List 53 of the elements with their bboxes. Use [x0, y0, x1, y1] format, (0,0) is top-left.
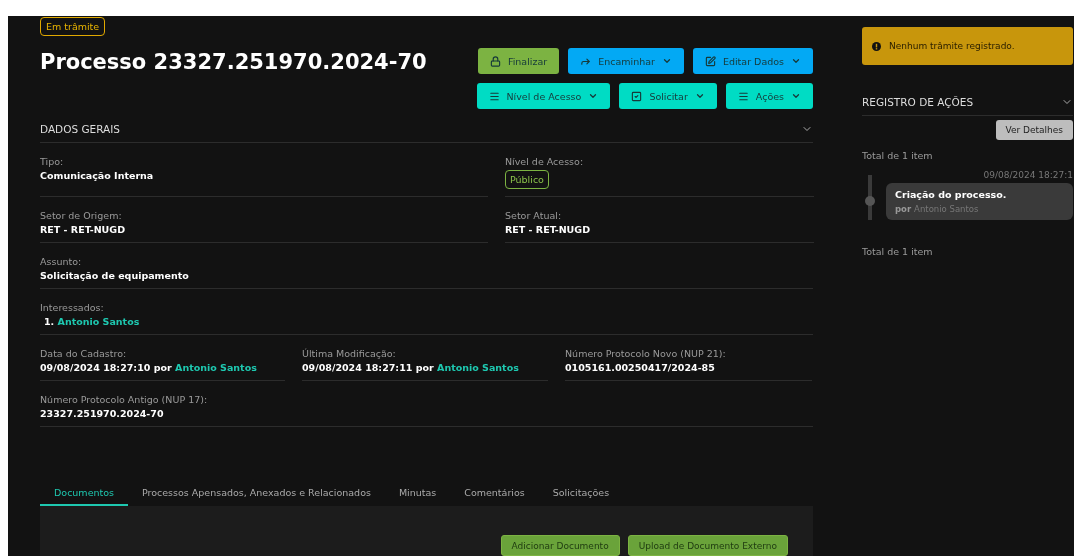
field-value: 09/08/2024 18:27:10 por Antonio Santos — [40, 362, 257, 373]
document-button[interactable]: Adicionar Documento — [500, 535, 620, 556]
action-button[interactable]: Ações — [725, 83, 813, 109]
user-link[interactable]: Antonio Santos — [57, 316, 140, 327]
status-badge: Em trâmite — [40, 17, 106, 36]
menu-icon — [737, 90, 749, 102]
field-value: Comunicação Interna — [40, 170, 154, 181]
lock-icon — [489, 55, 501, 67]
field-label: Última Modificação: — [302, 348, 396, 359]
field-value: RET - RET-NUGD — [40, 224, 126, 235]
field-label: Tipo: — [40, 156, 64, 167]
tab[interactable]: Solicitações — [538, 483, 624, 506]
field-label: Interessados: — [40, 302, 104, 313]
entry-author: por Antonio Santos — [895, 204, 980, 214]
field-label: Número Protocolo Novo (NUP 21): — [565, 348, 726, 359]
access-level-badge: Público — [505, 170, 549, 189]
field-label: Assunto: — [40, 256, 82, 267]
action-button[interactable]: Encaminhar — [568, 48, 684, 74]
field-value: 09/08/2024 18:27:11 por Antonio Santos — [302, 362, 519, 373]
field-label: Setor de Origem: — [40, 210, 122, 221]
details-button[interactable]: Ver Detalhes — [995, 120, 1073, 140]
user-link[interactable]: Antonio Santos — [437, 362, 519, 373]
field-value: 23327.251970.2024-70 — [40, 408, 164, 419]
notice-text: Nenhum trâmite registrado. — [889, 41, 1015, 51]
document-button[interactable]: Upload de Documento Externo — [627, 535, 788, 556]
user-link[interactable]: Antonio Santos — [175, 362, 257, 373]
action-button[interactable]: Editar Dados — [692, 48, 813, 74]
item-count: Total de 1 item — [862, 246, 934, 257]
field-label: Nível de Acesso: — [505, 156, 584, 167]
tab[interactable]: Minutas — [384, 483, 451, 506]
item-count: Total de 1 item — [862, 150, 934, 161]
section-title: DADOS GERAIS — [40, 123, 121, 135]
tab[interactable]: Processos Apensados, Anexados e Relacionados — [128, 483, 385, 506]
action-button[interactable]: Solicitar — [619, 83, 717, 109]
timeline-dot — [865, 196, 875, 206]
page-title: Processo 23327.251970.2024-70 — [40, 50, 427, 74]
alert-icon — [872, 41, 881, 51]
interested-party: 1. Antonio Santos — [43, 316, 140, 327]
action-button[interactable]: Nível de Acesso — [476, 83, 611, 109]
edit-icon — [704, 55, 716, 67]
field-label: Data do Cadastro: — [40, 348, 127, 359]
action-button[interactable]: Finalizar — [477, 48, 560, 74]
field-label: Setor Atual: — [505, 210, 562, 221]
field-value: 0105161.00250417/2024-85 — [565, 362, 715, 373]
menu-icon — [488, 90, 500, 102]
entry-date: 09/08/2024 18:27:1 — [983, 170, 1073, 180]
section-title: REGISTRO DE AÇÕES — [862, 96, 974, 108]
field-value: Solicitação de equipamento — [40, 270, 189, 281]
checkbox-icon — [631, 90, 643, 102]
field-label: Número Protocolo Antigo (NUP 17): — [40, 394, 208, 405]
field-value: RET - RET-NUGD — [505, 224, 591, 235]
entry-title: Criação do processo. — [895, 189, 1008, 200]
tab[interactable]: Comentários — [450, 483, 539, 506]
